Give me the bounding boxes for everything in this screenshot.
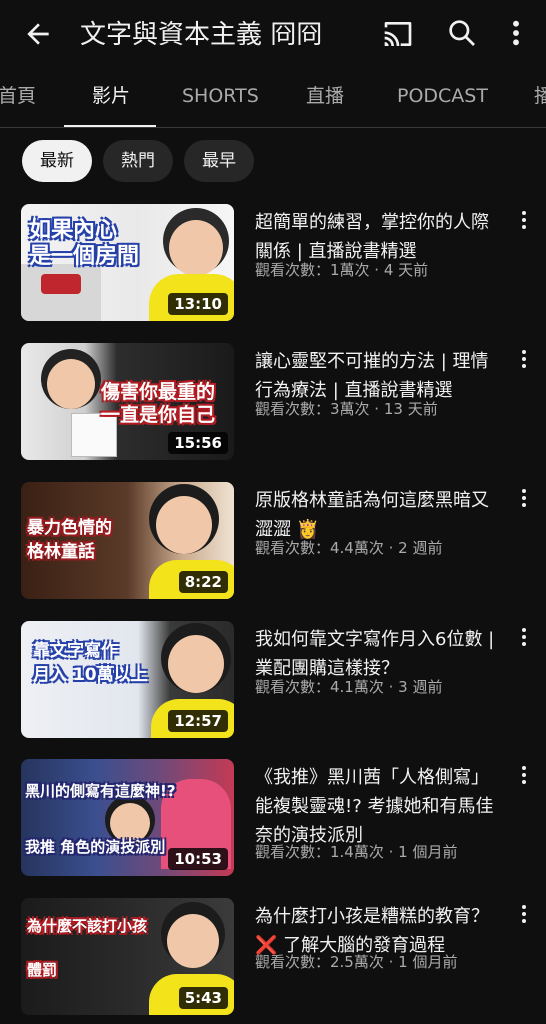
video-more-icon[interactable] xyxy=(514,486,534,510)
video-meta: 觀看次數：1萬次 · 4 天前 xyxy=(255,261,429,279)
video-more-icon[interactable] xyxy=(514,208,534,232)
video-more-icon[interactable] xyxy=(514,902,534,926)
channel-tabs: 首頁 影片 SHORTS 直播 PODCAST 播 xyxy=(0,66,546,128)
search-icon[interactable] xyxy=(446,17,478,49)
video-duration: 15:56 xyxy=(168,432,228,454)
video-more-icon[interactable] xyxy=(514,763,534,787)
video-meta: 觀看次數：1.4萬次 · 1 個月前 xyxy=(255,843,458,861)
video-duration: 8:22 xyxy=(178,571,228,593)
video-meta: 觀看次數：2.5萬次 · 1 個月前 xyxy=(255,953,458,971)
top-app-bar: 文字與資本主義 冏冏 xyxy=(0,0,546,66)
chip-oldest[interactable]: 最早 xyxy=(184,140,254,182)
thumbnail-caption: 傷害你最重的 一直是你自己 xyxy=(101,381,216,426)
tab-shorts[interactable]: SHORTS xyxy=(182,66,259,127)
video-title[interactable]: 《我推》黑川茜「人格側寫」能複製靈魂!? 考據她和有馬佳奈的演技派別 xyxy=(255,763,505,850)
chip-popular[interactable]: 熱門 xyxy=(103,140,173,182)
tab-more[interactable]: 播 xyxy=(534,66,546,127)
back-arrow-icon[interactable] xyxy=(22,18,54,50)
video-meta: 觀看次數：4.4萬次 · 2 週前 xyxy=(255,539,443,557)
video-more-icon[interactable] xyxy=(514,347,534,371)
video-thumbnail[interactable]: 靠文字寫作 月入 10萬以上 12:57 xyxy=(21,621,234,738)
video-duration: 13:10 xyxy=(168,293,228,315)
video-thumbnail[interactable]: 傷害你最重的 一直是你自己 15:56 xyxy=(21,343,234,460)
video-more-icon[interactable] xyxy=(514,625,534,649)
video-item[interactable]: 靠文字寫作 月入 10萬以上 12:57 我如何靠文字寫作月入6位數 | 業配團… xyxy=(0,621,546,739)
video-duration: 12:57 xyxy=(168,710,228,732)
video-thumbnail[interactable]: 為什麼不該打小孩 體罰 5:43 xyxy=(21,898,234,1015)
channel-title: 文字與資本主義 冏冏 xyxy=(80,20,323,50)
thumbnail-caption: 黑川的側寫有這麼神!? 我推 角色的演技派別 xyxy=(25,782,176,856)
video-item[interactable]: 暴力色情的 格林童話 8:22 原版格林童話為何這麼黑暗又澀澀 👸 觀看次數：4… xyxy=(0,482,546,600)
more-vert-icon[interactable] xyxy=(504,17,528,49)
thumbnail-caption: 靠文字寫作 月入 10萬以上 xyxy=(33,641,148,685)
thumbnail-caption: 如果內心 是一個房間 xyxy=(29,218,140,269)
video-title[interactable]: 超簡單的練習，掌控你的人際關係 | 直播說書精選 xyxy=(255,208,505,266)
video-title[interactable]: 我如何靠文字寫作月入6位數 | 業配團購這樣接？ xyxy=(255,625,505,683)
video-duration: 10:53 xyxy=(168,848,228,870)
video-meta: 觀看次數：3萬次 · 13 天前 xyxy=(255,400,438,418)
video-title[interactable]: 讓心靈堅不可摧的方法 | 理情行為療法 | 直播說書精選 xyxy=(255,347,505,405)
thumbnail-caption: 暴力色情的 格林童話 xyxy=(27,518,112,562)
tab-videos[interactable]: 影片 xyxy=(92,66,130,127)
filter-chips: 最新 熱門 最早 xyxy=(0,140,546,184)
video-thumbnail[interactable]: 黑川的側寫有這麼神!? 我推 角色的演技派別 10:53 xyxy=(21,759,234,876)
active-tab-indicator xyxy=(64,125,156,127)
video-title[interactable]: 原版格林童話為何這麼黑暗又澀澀 👸 xyxy=(255,486,505,544)
video-thumbnail[interactable]: 暴力色情的 格林童話 8:22 xyxy=(21,482,234,599)
cast-icon[interactable] xyxy=(382,18,414,50)
video-item[interactable]: 黑川的側寫有這麼神!? 我推 角色的演技派別 10:53 《我推》黑川茜「人格側… xyxy=(0,759,546,877)
tab-podcast[interactable]: PODCAST xyxy=(397,66,488,127)
thumbnail-caption: 為什麼不該打小孩 體罰 xyxy=(27,917,148,979)
video-item[interactable]: 為什麼不該打小孩 體罰 5:43 為什麼打小孩是糟糕的教育？ ❌ 了解大腦的發育… xyxy=(0,898,546,1016)
video-thumbnail[interactable]: 如果內心 是一個房間 13:10 xyxy=(21,204,234,321)
tab-home[interactable]: 首頁 xyxy=(0,66,36,127)
video-item[interactable]: 如果內心 是一個房間 13:10 超簡單的練習，掌控你的人際關係 | 直播說書精… xyxy=(0,204,546,322)
tab-live[interactable]: 直播 xyxy=(306,66,344,127)
video-item[interactable]: 傷害你最重的 一直是你自己 15:56 讓心靈堅不可摧的方法 | 理情行為療法 … xyxy=(0,343,546,461)
video-meta: 觀看次數：4.1萬次 · 3 週前 xyxy=(255,678,443,696)
video-duration: 5:43 xyxy=(178,987,228,1009)
chip-latest[interactable]: 最新 xyxy=(22,140,92,182)
